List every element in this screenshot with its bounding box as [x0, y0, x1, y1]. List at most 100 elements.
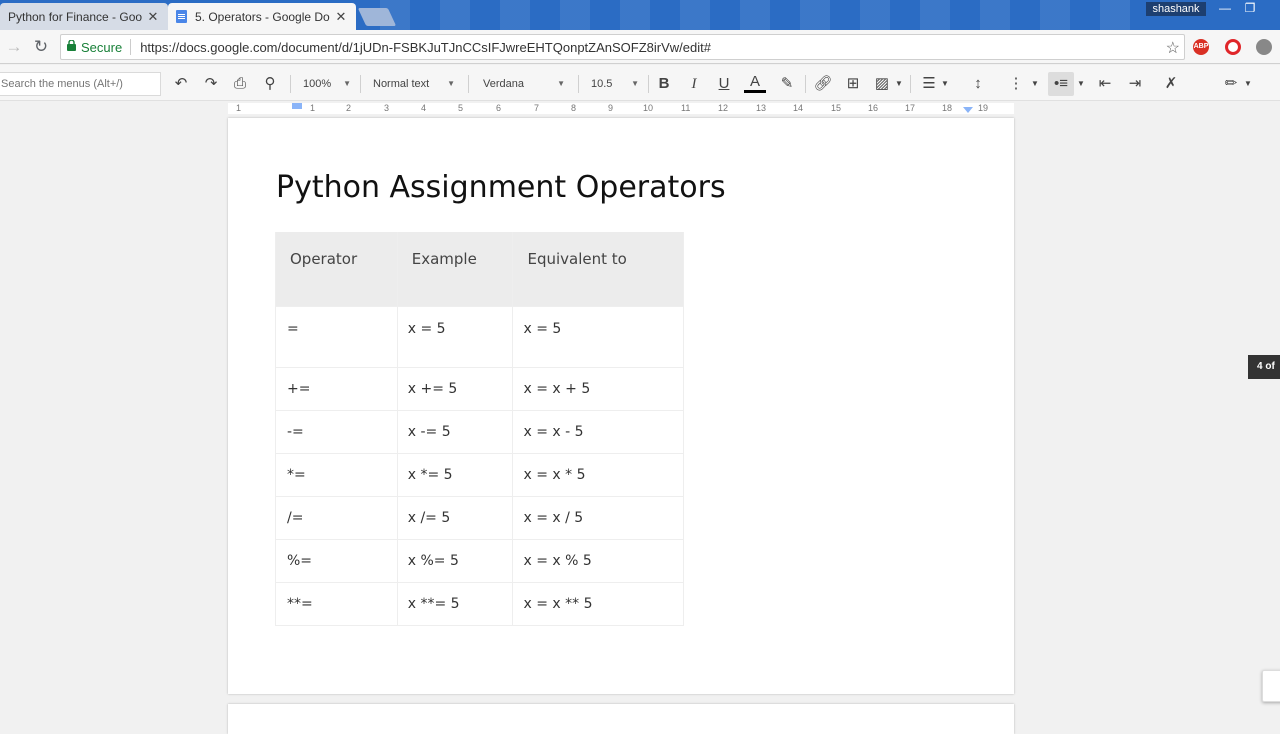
highlight-pen-icon[interactable]: ✎	[776, 72, 798, 96]
chevron-down-icon[interactable]: ▼	[1030, 72, 1040, 96]
url-text[interactable]: https://docs.google.com/document/d/1jUDn…	[140, 40, 711, 55]
paragraph-style-select[interactable]: Normal text ▼	[373, 72, 455, 96]
lock-icon	[67, 39, 81, 54]
tab-close-icon[interactable]: ✕	[334, 9, 348, 25]
first-line-indent-marker[interactable]	[292, 103, 302, 109]
ruler-number: 4	[421, 103, 427, 113]
table-cell: =	[275, 305, 398, 367]
insert-comment-icon[interactable]: ⊞	[842, 72, 864, 96]
chevron-down-icon[interactable]: ▼	[1076, 72, 1086, 96]
chevron-down-icon: ▼	[631, 79, 639, 88]
tab-operators-doc[interactable]: 5. Operators - Google Do ✕	[168, 3, 356, 30]
table-cell: x = x / 5	[512, 495, 684, 539]
toolbar-divider	[290, 75, 291, 93]
adblock-icon[interactable]: ABP	[1193, 39, 1209, 55]
table-header-cell: Example	[396, 232, 513, 306]
operators-table: Operator Example Equivalent to = x = 5 x…	[275, 232, 684, 626]
table-cell: x **= 5	[396, 581, 513, 626]
ruler[interactable]: 1 1 2 3 4 5 6 7 8 9 10 11 12 13 14 15 16…	[0, 101, 1280, 115]
reload-icon[interactable]: ↻	[30, 36, 52, 58]
tab-close-icon[interactable]: ✕	[146, 9, 160, 25]
toolbar-divider	[468, 75, 469, 93]
undo-icon[interactable]: ↶	[170, 72, 192, 96]
ruler-number: 7	[534, 103, 540, 113]
table-cell: x = x * 5	[512, 452, 684, 496]
address-bar[interactable]: Secure https://docs.google.com/document/…	[60, 34, 1185, 60]
table-header-cell: Operator	[275, 232, 398, 306]
table-cell: x += 5	[396, 366, 513, 410]
opera-extension-icon[interactable]	[1225, 39, 1241, 55]
explore-button[interactable]	[1262, 670, 1280, 702]
table-cell: x = x - 5	[512, 409, 684, 453]
ruler-number: 9	[608, 103, 614, 113]
insert-link-icon[interactable]: 🔗︎	[812, 72, 834, 96]
next-document-page[interactable]	[228, 704, 1014, 734]
chevron-down-icon[interactable]: ▼	[940, 72, 950, 96]
chevron-down-icon: ▼	[557, 79, 565, 88]
profile-button[interactable]: shashank	[1146, 2, 1206, 16]
document-heading: Python Assignment Operators	[276, 170, 726, 205]
toolbar-divider	[910, 75, 911, 93]
document-page[interactable]: Python Assignment Operators Operator Exa…	[228, 118, 1014, 694]
ruler-number: 8	[571, 103, 577, 113]
font-select[interactable]: Verdana ▼	[483, 72, 565, 96]
table-cell: x = x % 5	[512, 538, 684, 582]
ruler-number: 16	[868, 103, 879, 113]
clear-formatting-icon[interactable]: ✗	[1160, 72, 1182, 96]
print-icon[interactable]: ⎙	[229, 72, 251, 96]
desktop-background	[380, 0, 1140, 30]
table-cell: %=	[275, 538, 398, 582]
insert-image-icon[interactable]: ▨	[871, 72, 893, 96]
chevron-down-icon[interactable]: ▼	[1243, 72, 1253, 96]
line-spacing-icon[interactable]: ↕	[967, 72, 989, 96]
minimize-button[interactable]: —	[1213, 0, 1237, 18]
numbered-list-icon[interactable]: ⋮	[1005, 72, 1027, 96]
table-cell: *=	[275, 452, 398, 496]
font-size-select[interactable]: 10.5 ▼	[591, 72, 639, 96]
underline-button[interactable]: U	[714, 72, 734, 96]
tab-title: 5. Operators - Google Do	[195, 9, 330, 24]
table-cell: x = x ** 5	[512, 581, 684, 626]
align-left-icon[interactable]: ☰	[918, 72, 940, 96]
google-docs-icon	[176, 10, 187, 23]
zoom-select[interactable]: 100% ▼	[303, 72, 351, 96]
browser-tab-strip: Python for Finance - Goo ✕ 5. Operators …	[0, 0, 1280, 30]
browser-toolbar: → ↻ Secure https://docs.google.com/docum…	[0, 30, 1280, 64]
increase-indent-icon[interactable]: ⇥	[1124, 72, 1146, 96]
toolbar-divider	[578, 75, 579, 93]
right-indent-marker[interactable]	[963, 107, 973, 113]
editing-mode-pencil-icon[interactable]: ✏	[1220, 72, 1242, 96]
decrease-indent-icon[interactable]: ⇤	[1094, 72, 1116, 96]
bulleted-list-icon[interactable]: •≡	[1048, 72, 1074, 96]
ruler-number: 3	[384, 103, 390, 113]
ruler-number: 10	[643, 103, 654, 113]
table-cell: /=	[275, 495, 398, 539]
ruler-number: 5	[458, 103, 464, 113]
bold-button[interactable]: B	[654, 72, 674, 96]
text-color-button[interactable]: A	[744, 72, 766, 93]
ruler-number: 11	[681, 103, 691, 113]
bookmark-star-icon[interactable]: ☆	[1166, 38, 1180, 58]
tab-python-for-finance[interactable]: Python for Finance - Goo ✕	[0, 3, 168, 30]
chevron-down-icon[interactable]: ▼	[894, 72, 904, 96]
table-cell: x %= 5	[396, 538, 513, 582]
maximize-button[interactable]: ❐	[1238, 0, 1262, 18]
ruler-strip: 1 1 2 3 4 5 6 7 8 9 10 11 12 13 14 15 16…	[228, 103, 1014, 114]
ruler-number: 17	[905, 103, 916, 113]
extension-globe-icon[interactable]	[1256, 39, 1272, 55]
italic-button[interactable]: I	[684, 72, 704, 96]
ruler-number: 15	[831, 103, 842, 113]
table-cell: x /= 5	[396, 495, 513, 539]
paint-format-icon[interactable]: ⚲	[259, 72, 281, 96]
ruler-number: 14	[793, 103, 804, 113]
table-row: += x += 5 x = x + 5	[275, 366, 684, 410]
table-cell: **=	[275, 581, 398, 626]
address-divider	[130, 39, 132, 55]
secure-label: Secure	[81, 39, 123, 55]
table-header-cell: Equivalent to	[512, 232, 684, 306]
menu-search-input[interactable]	[0, 72, 161, 96]
redo-icon[interactable]: ↷	[200, 72, 222, 96]
toolbar-divider	[805, 75, 806, 93]
forward-arrow-icon[interactable]: →	[3, 36, 25, 58]
docs-toolbar: ↶ ↷ ⎙ ⚲ 100% ▼ Normal text ▼ Verdana ▼ 10.5…	[0, 65, 1280, 101]
